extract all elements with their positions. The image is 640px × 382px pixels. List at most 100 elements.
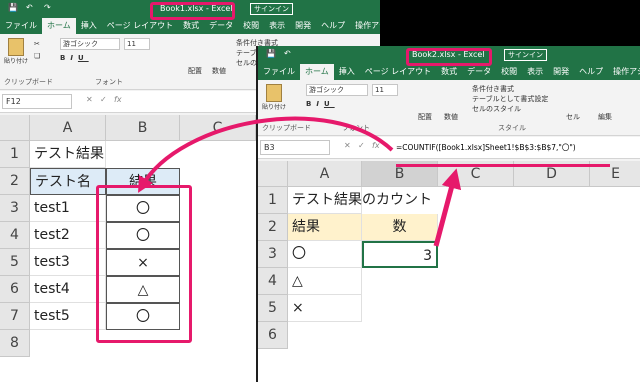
cell-a4[interactable]: test2 — [30, 222, 106, 249]
font-format-buttons[interactable]: BIU — [60, 54, 89, 62]
cell-a6[interactable]: test4 — [30, 276, 106, 303]
select-all-corner[interactable] — [0, 115, 30, 141]
cell-b2[interactable]: 数 — [362, 214, 438, 241]
row-header-6[interactable]: 6 — [0, 276, 30, 303]
tab-3[interactable]: ページ レイアウト — [360, 64, 436, 80]
cell-a1[interactable]: テスト結果のカウント — [288, 187, 432, 214]
tab-10[interactable]: 操作アシ — [350, 18, 380, 34]
signin-button[interactable]: サインイン — [504, 49, 547, 61]
cell-a3[interactable]: test1 — [30, 195, 106, 222]
tab-4[interactable]: 数式 — [436, 64, 462, 80]
row-header-6[interactable]: 6 — [258, 322, 288, 349]
cell-a7[interactable]: test5 — [30, 303, 106, 330]
cells-button[interactable]: セル — [566, 112, 580, 122]
enter-icon[interactable]: ✓ — [100, 95, 107, 104]
tab-5[interactable]: データ — [204, 18, 238, 34]
row-header-3[interactable]: 3 — [258, 241, 288, 268]
tab-9[interactable]: ヘルプ — [574, 64, 608, 80]
signin-button[interactable]: サインイン — [250, 3, 293, 15]
save-icon[interactable]: 💾 — [266, 49, 276, 58]
font-size-select[interactable]: 11 — [124, 38, 150, 50]
tab-0[interactable]: ファイル — [0, 18, 42, 34]
tab-6[interactable]: 校閲 — [238, 18, 264, 34]
row-header-5[interactable]: 5 — [258, 295, 288, 322]
tab-8[interactable]: 開発 — [290, 18, 316, 34]
formula-input[interactable]: =COUNTIF([Book1.xlsx]Sheet1!$B$3:$B$7,"〇… — [396, 141, 636, 155]
row-header-1[interactable]: 1 — [258, 187, 288, 214]
cell-style-button[interactable]: セルのスタイル — [472, 104, 521, 114]
copy-icon[interactable]: ❏ — [34, 52, 40, 60]
tab-1[interactable]: ホーム — [42, 18, 76, 34]
cell-a5[interactable]: test3 — [30, 249, 106, 276]
font-name-select[interactable]: 游ゴシック — [306, 84, 368, 96]
row-header-1[interactable]: 1 — [0, 141, 30, 168]
paste-button[interactable]: 貼り付け — [262, 84, 286, 111]
undo-icon[interactable]: ↶ — [26, 3, 33, 12]
table-format-button[interactable]: テーブルとして書式設定 — [472, 94, 548, 104]
cell-a5[interactable]: × — [288, 295, 362, 322]
tab-9[interactable]: ヘルプ — [316, 18, 350, 34]
row-header-2[interactable]: 2 — [0, 168, 30, 195]
cell-a4[interactable]: △ — [288, 268, 362, 295]
number-button[interactable]: 数値 — [444, 112, 458, 122]
save-icon[interactable]: 💾 — [8, 3, 18, 12]
style-group-label: スタイル — [498, 124, 526, 132]
cancel-icon[interactable]: ✕ — [86, 95, 93, 104]
font-format-buttons[interactable]: BIU — [306, 100, 335, 108]
row-header-3[interactable]: 3 — [0, 195, 30, 222]
column-header-a[interactable]: A — [30, 115, 106, 141]
book2-window: 💾 ↶ Book2.xlsx - Excel サインイン ファイル ホーム 挿入 ペー… — [256, 46, 640, 382]
name-box[interactable]: B3 — [260, 140, 330, 155]
tab-6[interactable]: 校閲 — [496, 64, 522, 80]
column-header-a[interactable]: A — [288, 161, 362, 187]
alignment-button[interactable]: 配置 — [188, 66, 202, 76]
row-header-4[interactable]: 4 — [258, 268, 288, 295]
font-name-select[interactable]: 游ゴシック — [60, 38, 120, 50]
row-header-5[interactable]: 5 — [0, 249, 30, 276]
book1-title-highlight — [150, 2, 235, 20]
function-icon[interactable]: fx — [114, 95, 122, 104]
cell-a1[interactable]: テスト結果 — [30, 141, 106, 168]
clipboard-group-label: クリップボード — [4, 78, 53, 86]
select-all-corner[interactable] — [258, 161, 288, 187]
ribbon-tabs: ファイルホーム挿入ページ レイアウト数式データ校閲表示開発ヘルプ操作アシ — [258, 64, 640, 80]
tab-7[interactable]: 表示 — [264, 18, 290, 34]
paste-button[interactable]: 貼り付け — [4, 38, 28, 65]
tab-4[interactable]: 数式 — [178, 18, 204, 34]
tab-2[interactable]: 挿入 — [334, 64, 360, 80]
redo-icon[interactable]: ↷ — [44, 3, 51, 12]
ribbon-tabs: ファイルホーム挿入ページ レイアウト数式データ校閲表示開発ヘルプ操作アシ共有 — [0, 18, 380, 34]
function-icon[interactable]: fx — [372, 141, 380, 150]
edit-button[interactable]: 編集 — [598, 112, 612, 122]
alignment-button[interactable]: 配置 — [418, 112, 432, 122]
tab-0[interactable]: ファイル — [258, 64, 300, 80]
font-group-label: フォント — [342, 124, 370, 132]
number-button[interactable]: 数値 — [212, 66, 226, 76]
cell-a2[interactable]: テスト名 — [30, 168, 106, 195]
name-box[interactable]: F12 — [2, 94, 72, 109]
row-header-8[interactable]: 8 — [0, 330, 30, 357]
cond-format-button[interactable]: 条件付き書式 — [472, 84, 514, 94]
tab-5[interactable]: データ — [462, 64, 496, 80]
cancel-icon[interactable]: ✕ — [344, 141, 351, 150]
cell-a3[interactable]: 〇 — [288, 241, 362, 268]
cell-a2[interactable]: 結果 — [288, 214, 362, 241]
cut-icon[interactable]: ✂ — [34, 40, 40, 48]
column-header-b[interactable]: B — [106, 115, 180, 141]
tab-3[interactable]: ページ レイアウト — [102, 18, 178, 34]
font-size-select[interactable]: 11 — [372, 84, 398, 96]
tab-8[interactable]: 開発 — [548, 64, 574, 80]
tab-1[interactable]: ホーム — [300, 64, 334, 80]
book2-title-highlight — [406, 48, 492, 66]
undo-icon[interactable]: ↶ — [284, 49, 291, 58]
ribbon: 貼り付け クリップボード 游ゴシック 11 BIU フォント 配置 数値 条件付… — [258, 80, 640, 136]
row-header-4[interactable]: 4 — [0, 222, 30, 249]
row-header-2[interactable]: 2 — [258, 214, 288, 241]
tab-2[interactable]: 挿入 — [76, 18, 102, 34]
column-header-c[interactable]: C — [180, 115, 256, 141]
enter-icon[interactable]: ✓ — [358, 141, 365, 150]
tab-10[interactable]: 操作アシ — [608, 64, 640, 80]
row-header-7[interactable]: 7 — [0, 303, 30, 330]
cell-b3[interactable]: 3 — [362, 241, 438, 268]
tab-7[interactable]: 表示 — [522, 64, 548, 80]
